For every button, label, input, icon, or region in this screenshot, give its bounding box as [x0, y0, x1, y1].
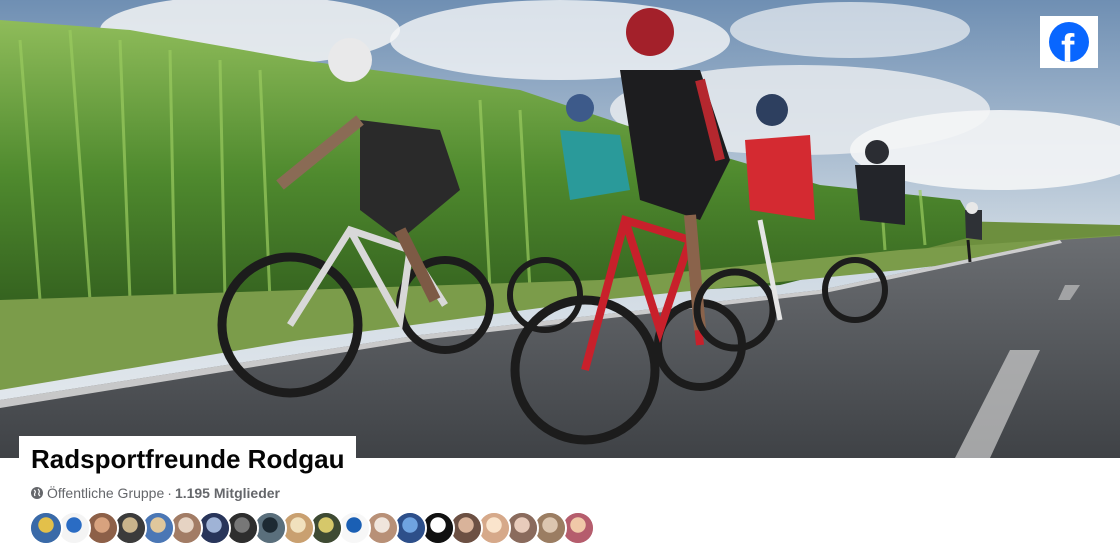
- cover-photo-scene: [0, 0, 1120, 458]
- group-title-box: Radsportfreunde Rodgau: [19, 436, 357, 482]
- avatar-image: [395, 513, 425, 543]
- cover-photo: [0, 0, 1120, 458]
- member-avatar[interactable]: [29, 511, 63, 545]
- facebook-logo-icon: f: [1049, 22, 1089, 62]
- avatar-image: [199, 513, 229, 543]
- avatar-image: [535, 513, 565, 543]
- avatar-image: [255, 513, 285, 543]
- avatar-image: [143, 513, 173, 543]
- avatar-image: [283, 513, 313, 543]
- avatar-image: [87, 513, 117, 543]
- facebook-f-glyph: f: [1061, 27, 1075, 62]
- group-name[interactable]: Radsportfreunde Rodgau: [31, 444, 344, 475]
- avatar-image: [115, 513, 145, 543]
- avatar-image: [479, 513, 509, 543]
- avatar-image: [311, 513, 341, 543]
- globe-icon: [31, 487, 43, 499]
- meta-separator: ·: [167, 485, 172, 501]
- avatar-image: [171, 513, 201, 543]
- avatar-image: [31, 513, 61, 543]
- avatar-image: [563, 513, 593, 543]
- group-privacy: Öffentliche Gruppe: [47, 485, 165, 501]
- avatar-image: [227, 513, 257, 543]
- group-meta: Öffentliche Gruppe · 1.195 Mitglieder: [31, 484, 280, 502]
- avatar-image: [339, 513, 369, 543]
- member-avatars: [29, 511, 595, 545]
- avatar-image: [423, 513, 453, 543]
- member-count[interactable]: 1.195 Mitglieder: [175, 485, 280, 501]
- avatar-image: [451, 513, 481, 543]
- avatar-image: [59, 513, 89, 543]
- facebook-badge[interactable]: f: [1040, 16, 1098, 68]
- avatar-image: [367, 513, 397, 543]
- avatar-image: [507, 513, 537, 543]
